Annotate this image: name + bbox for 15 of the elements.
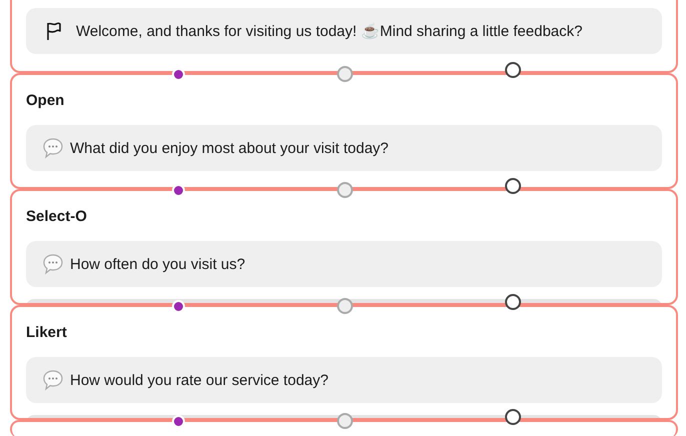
- question-node[interactable]: Open What did you enjoy most about your visit today?: [10, 73, 678, 189]
- speech-bubble-icon: [42, 369, 64, 391]
- message-text: What did you enjoy most about your visit today?: [70, 140, 389, 156]
- node-title: Select-O: [26, 207, 88, 227]
- speech-bubble-icon: [42, 137, 64, 159]
- speech-bubble-icon: [42, 253, 64, 275]
- message-text: How would you rate our service today?: [70, 372, 328, 388]
- question-node[interactable]: Select-O How often do you visit us?: [10, 189, 678, 305]
- question-node[interactable]: Welcome, and thanks for visiting us today! ☕Mind sharing a little feedback?: [10, 0, 678, 73]
- node-title: Likert: [26, 323, 68, 343]
- node-title: Open: [26, 91, 66, 111]
- message-text: How often do you visit us?: [70, 256, 246, 272]
- flag-icon: [44, 21, 64, 41]
- message-text: Welcome, and thanks for visiting us today! ☕Mind sharing a little feedback?: [76, 22, 582, 40]
- question-node[interactable]: Likert How would you rate our service today?: [10, 305, 678, 420]
